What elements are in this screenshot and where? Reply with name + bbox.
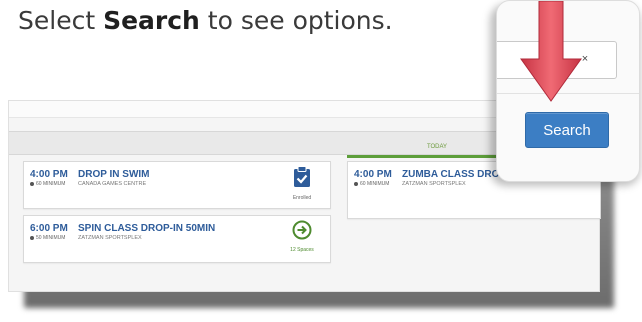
event-card-drop-in-swim[interactable]: 4:00 PM 60 MINIMUM DROP IN SWIM CANADA G… xyxy=(23,161,331,209)
spaces-label: 12 Spaces xyxy=(290,247,314,253)
enrolled-status: Enrolled xyxy=(282,166,322,201)
event-duration: 50 MINIMUM xyxy=(30,235,65,241)
event-time: 4:00 PM xyxy=(30,169,68,180)
instruction-suffix: to see options. xyxy=(199,6,393,35)
enrolled-label: Enrolled xyxy=(292,195,312,201)
spaces-status[interactable]: 12 Spaces xyxy=(282,220,322,253)
search-button[interactable]: Search xyxy=(525,112,609,148)
event-duration: 60 MINIMUM xyxy=(354,181,389,187)
event-venue: ZATZMAN SPORTSPLEX xyxy=(402,181,466,187)
event-title[interactable]: DROP IN SWIM xyxy=(78,169,149,180)
down-arrow-icon xyxy=(520,1,582,102)
event-venue: ZATZMAN SPORTSPLEX xyxy=(78,235,142,241)
event-duration: 60 MINIMUM xyxy=(30,181,65,187)
instruction-text: Select Search to see options. xyxy=(18,6,393,35)
instruction-keyword: Search xyxy=(103,6,200,35)
clipboard-check-icon xyxy=(294,166,310,187)
instruction-prefix: Select xyxy=(18,6,104,35)
event-venue: CANADA GAMES CENTRE xyxy=(78,181,147,187)
event-card-spin-class[interactable]: 6:00 PM 50 MINIMUM SPIN CLASS DROP-IN 50… xyxy=(23,215,331,263)
event-time: 4:00 PM xyxy=(354,169,392,180)
zoom-callout: × Search xyxy=(496,0,640,182)
event-time: 6:00 PM xyxy=(30,223,68,234)
arrow-circle-right-icon[interactable] xyxy=(292,220,312,240)
event-title[interactable]: SPIN CLASS DROP-IN 50MIN xyxy=(78,223,215,234)
